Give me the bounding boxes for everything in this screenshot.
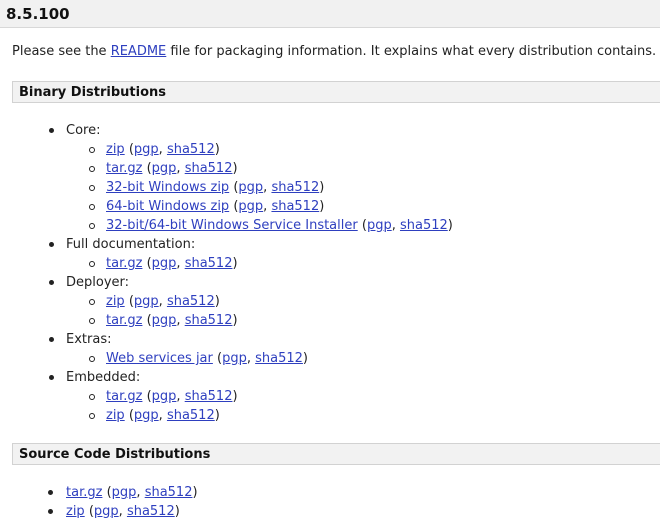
sha512-checksum-link[interactable]: sha512 xyxy=(127,504,175,519)
binary-section-title: Binary Distributions xyxy=(19,85,167,100)
intro-suffix: file for packaging information. It expla… xyxy=(166,44,657,59)
list-item: tar.gz (pgp, sha512) xyxy=(89,311,238,330)
download-link[interactable]: zip xyxy=(66,504,85,519)
download-link[interactable]: 32-bit/64-bit Windows Service Installer xyxy=(106,218,358,233)
pgp-signature-link[interactable]: pgp xyxy=(238,199,263,214)
bullet-circle-icon xyxy=(89,166,95,172)
intro-prefix: Please see the xyxy=(12,44,111,59)
source-section-title: Source Code Distributions xyxy=(19,447,211,462)
pgp-signature-link[interactable]: pgp xyxy=(152,313,177,328)
sha512-checksum-link[interactable]: sha512 xyxy=(255,351,303,366)
pgp-signature-link[interactable]: pgp xyxy=(222,351,247,366)
bullet-disc-icon xyxy=(49,242,54,247)
group-label: Core: xyxy=(66,123,101,138)
sha512-checksum-link[interactable]: sha512 xyxy=(167,294,215,309)
pgp-signature-link[interactable]: pgp xyxy=(134,142,159,157)
sha512-checksum-link[interactable]: sha512 xyxy=(185,256,233,271)
group-label-row: Extras: xyxy=(49,330,112,349)
bullet-circle-icon xyxy=(89,261,95,267)
list-item: zip (pgp, sha512) xyxy=(48,502,180,521)
group-label-row: Embedded: xyxy=(49,368,141,387)
intro-text: Please see the README file for packaging… xyxy=(12,44,656,59)
pgp-signature-link[interactable]: pgp xyxy=(134,408,159,423)
bullet-circle-icon xyxy=(89,147,95,153)
list-item: zip (pgp, sha512) xyxy=(89,406,220,425)
sha512-checksum-link[interactable]: sha512 xyxy=(167,408,215,423)
group-label: Extras: xyxy=(66,332,112,347)
bullet-circle-icon xyxy=(89,299,95,305)
list-item: zip (pgp, sha512) xyxy=(89,140,220,159)
download-link[interactable]: zip xyxy=(106,294,125,309)
group-label: Embedded: xyxy=(66,370,141,385)
pgp-signature-link[interactable]: pgp xyxy=(134,294,159,309)
list-item: Web services jar (pgp, sha512) xyxy=(89,349,308,368)
bullet-disc-icon xyxy=(49,375,54,380)
pgp-signature-link[interactable]: pgp xyxy=(112,485,137,500)
list-item: tar.gz (pgp, sha512) xyxy=(89,159,238,178)
bullet-disc-icon xyxy=(49,128,54,133)
version-title: 8.5.100 xyxy=(6,5,70,23)
bullet-circle-icon xyxy=(89,413,95,419)
bullet-circle-icon xyxy=(89,223,95,229)
source-section-header: Source Code Distributions xyxy=(12,443,660,465)
list-item: zip (pgp, sha512) xyxy=(89,292,220,311)
pgp-signature-link[interactable]: pgp xyxy=(152,256,177,271)
sha512-checksum-link[interactable]: sha512 xyxy=(185,313,233,328)
list-item: 32-bit Windows zip (pgp, sha512) xyxy=(89,178,324,197)
bullet-circle-icon xyxy=(89,204,95,210)
pgp-signature-link[interactable]: pgp xyxy=(152,389,177,404)
version-header: 8.5.100 xyxy=(0,0,660,28)
pgp-signature-link[interactable]: pgp xyxy=(238,180,263,195)
bullet-circle-icon xyxy=(89,356,95,362)
group-label-row: Full documentation: xyxy=(49,235,196,254)
bullet-disc-icon xyxy=(49,337,54,342)
pgp-signature-link[interactable]: pgp xyxy=(367,218,392,233)
list-item: 64-bit Windows zip (pgp, sha512) xyxy=(89,197,324,216)
bullet-disc-icon xyxy=(48,509,53,514)
download-link[interactable]: Web services jar xyxy=(106,351,213,366)
sha512-checksum-link[interactable]: sha512 xyxy=(145,485,193,500)
download-link[interactable]: zip xyxy=(106,142,125,157)
download-link[interactable]: tar.gz xyxy=(106,161,142,176)
readme-link[interactable]: README xyxy=(111,44,167,59)
download-link[interactable]: 64-bit Windows zip xyxy=(106,199,229,214)
sha512-checksum-link[interactable]: sha512 xyxy=(167,142,215,157)
group-label-row: Core: xyxy=(49,121,101,140)
sha512-checksum-link[interactable]: sha512 xyxy=(400,218,448,233)
download-link[interactable]: tar.gz xyxy=(66,485,102,500)
sha512-checksum-link[interactable]: sha512 xyxy=(185,389,233,404)
sha512-checksum-link[interactable]: sha512 xyxy=(185,161,233,176)
list-item: 32-bit/64-bit Windows Service Installer … xyxy=(89,216,453,235)
download-link[interactable]: tar.gz xyxy=(106,313,142,328)
binary-section-header: Binary Distributions xyxy=(12,81,660,103)
pgp-signature-link[interactable]: pgp xyxy=(94,504,119,519)
list-item: tar.gz (pgp, sha512) xyxy=(48,483,198,502)
bullet-disc-icon xyxy=(48,490,53,495)
bullet-circle-icon xyxy=(89,318,95,324)
sha512-checksum-link[interactable]: sha512 xyxy=(271,199,319,214)
bullet-circle-icon xyxy=(89,394,95,400)
group-label-row: Deployer: xyxy=(49,273,130,292)
download-link[interactable]: 32-bit Windows zip xyxy=(106,180,229,195)
list-item: tar.gz (pgp, sha512) xyxy=(89,387,238,406)
pgp-signature-link[interactable]: pgp xyxy=(152,161,177,176)
download-link[interactable]: tar.gz xyxy=(106,256,142,271)
group-label: Deployer: xyxy=(66,275,130,290)
bullet-disc-icon xyxy=(49,280,54,285)
bullet-circle-icon xyxy=(89,185,95,191)
download-link[interactable]: tar.gz xyxy=(106,389,142,404)
group-label: Full documentation: xyxy=(66,237,196,252)
list-item: tar.gz (pgp, sha512) xyxy=(89,254,238,273)
download-link[interactable]: zip xyxy=(106,408,125,423)
sha512-checksum-link[interactable]: sha512 xyxy=(271,180,319,195)
